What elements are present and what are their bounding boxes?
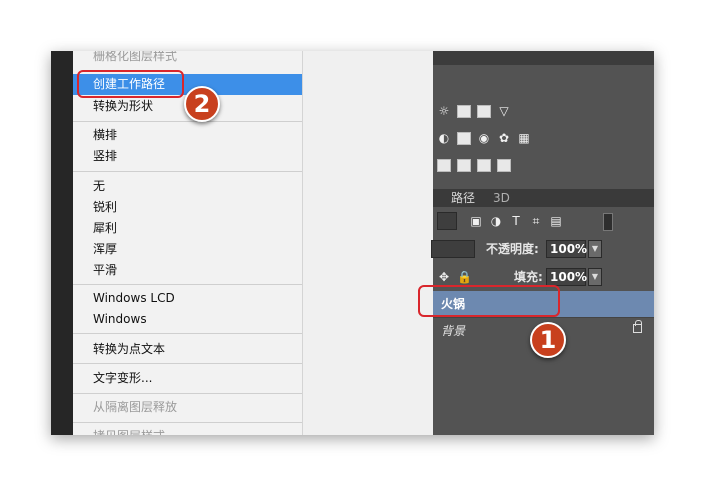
smart-object-filter-icon[interactable]: ▤: [549, 215, 563, 228]
filter-kind-dropdown[interactable]: [437, 212, 457, 230]
vibrance-triangle-icon[interactable]: ▽: [497, 104, 511, 118]
menu-separator: [73, 333, 302, 334]
menu-separator: [73, 121, 302, 122]
invert-icon[interactable]: [437, 158, 451, 172]
menu-item-release-from-isolation: 从隔离图层释放: [93, 400, 178, 414]
lock-all-icon[interactable]: 🔒: [457, 271, 472, 284]
shape-filter-icon[interactable]: ⌗: [529, 215, 543, 228]
workspace-edge: [51, 51, 73, 435]
menu-item-windows-lcd[interactable]: Windows LCD: [93, 289, 175, 307]
layer-lock-icon: [633, 320, 642, 333]
gradient-map-icon[interactable]: [497, 158, 511, 172]
step-1-badge: 1: [530, 322, 566, 358]
color-lookup-icon[interactable]: ▦: [517, 131, 531, 145]
lock-position-icon[interactable]: ✥: [437, 271, 451, 284]
threshold-icon[interactable]: [477, 158, 491, 172]
panel-tab-bar: 路径 3D: [433, 189, 654, 207]
filter-toggle-switch[interactable]: [603, 213, 613, 231]
menu-separator: [73, 284, 302, 285]
opacity-input[interactable]: 100%: [546, 240, 587, 258]
opacity-dropdown-button[interactable]: ▼: [588, 240, 602, 258]
menu-item-windows[interactable]: Windows: [93, 310, 147, 328]
menu-item-copy-layer-style[interactable]: 拷贝图层样式: [93, 427, 165, 435]
channel-mixer-icon[interactable]: ✿: [497, 131, 511, 145]
menu-separator: [73, 393, 302, 394]
layer-name-background: 背景: [441, 324, 466, 338]
curves-icon[interactable]: [457, 104, 471, 118]
menu-item-horizontal[interactable]: 横排: [93, 126, 117, 144]
adjustment-icons-row-3: [437, 156, 511, 174]
adjust-filter-icon[interactable]: ◑: [489, 215, 503, 228]
tab-paths[interactable]: 路径: [451, 189, 475, 207]
tab-3d[interactable]: 3D: [493, 189, 510, 207]
menu-item-aa-crisp[interactable]: 犀利: [93, 219, 117, 237]
menu-submenu-area: [302, 51, 434, 435]
menu-item-convert-to-point-text[interactable]: 转换为点文本: [93, 340, 165, 358]
opacity-row: 不透明度: 100% ▼: [431, 235, 654, 263]
menu-separator: [73, 171, 302, 172]
annotation-highlight-menu: [77, 70, 184, 98]
menu-item-aa-strong[interactable]: 浑厚: [93, 240, 117, 258]
fill-input[interactable]: 100%: [546, 268, 587, 286]
menu-item-warp-text[interactable]: 文字变形...: [93, 369, 152, 387]
color-balance-icon[interactable]: [457, 131, 471, 145]
filter-row: ▣ ◑ T ⌗ ▤: [433, 207, 654, 235]
menu-separator: [73, 363, 302, 364]
type-filter-icon[interactable]: T: [509, 215, 523, 228]
menu-item-aa-sharp[interactable]: 锐利: [93, 198, 117, 216]
fill-label: 填充:: [514, 270, 543, 284]
photo-filter-icon[interactable]: ◉: [477, 131, 491, 145]
layers-panel: ☼ ▽ ◐ ◉ ✿ ▦ 路径 3D ▣ ◑ T ⌗ ▤ 不透明度: 100% ▼…: [431, 51, 654, 435]
screenshot-frame: 栅格化图层样式 创建工作路径 转换为形状 横排 竖排 无 锐利 犀利 浑厚 平滑…: [51, 51, 654, 435]
brightness-icon[interactable]: ☼: [437, 104, 451, 118]
adjustment-icons-row-1: ☼ ▽: [437, 102, 511, 120]
menu-item-aa-smooth[interactable]: 平滑: [93, 261, 117, 279]
menu-item-convert-to-shape[interactable]: 转换为形状: [93, 97, 153, 115]
exposure-icon[interactable]: [477, 104, 491, 118]
step-2-badge: 2: [184, 86, 220, 122]
posterize-icon[interactable]: [457, 158, 471, 172]
annotation-highlight-layer: [418, 285, 560, 317]
blend-mode-dropdown[interactable]: [431, 240, 475, 258]
menu-item-vertical[interactable]: 竖排: [93, 147, 117, 165]
menu-item-rasterize-layer-style[interactable]: 栅格化图层样式: [93, 51, 177, 65]
hue-icon[interactable]: ◐: [437, 131, 451, 145]
fill-dropdown-button[interactable]: ▼: [588, 268, 602, 286]
adjustment-icons-row-2: ◐ ◉ ✿ ▦: [437, 129, 531, 147]
pixel-filter-icon[interactable]: ▣: [469, 215, 483, 228]
menu-item-aa-none[interactable]: 无: [93, 177, 105, 195]
menu-separator: [73, 422, 302, 423]
opacity-label: 不透明度:: [486, 242, 539, 256]
panel-top-bar: [433, 51, 654, 65]
